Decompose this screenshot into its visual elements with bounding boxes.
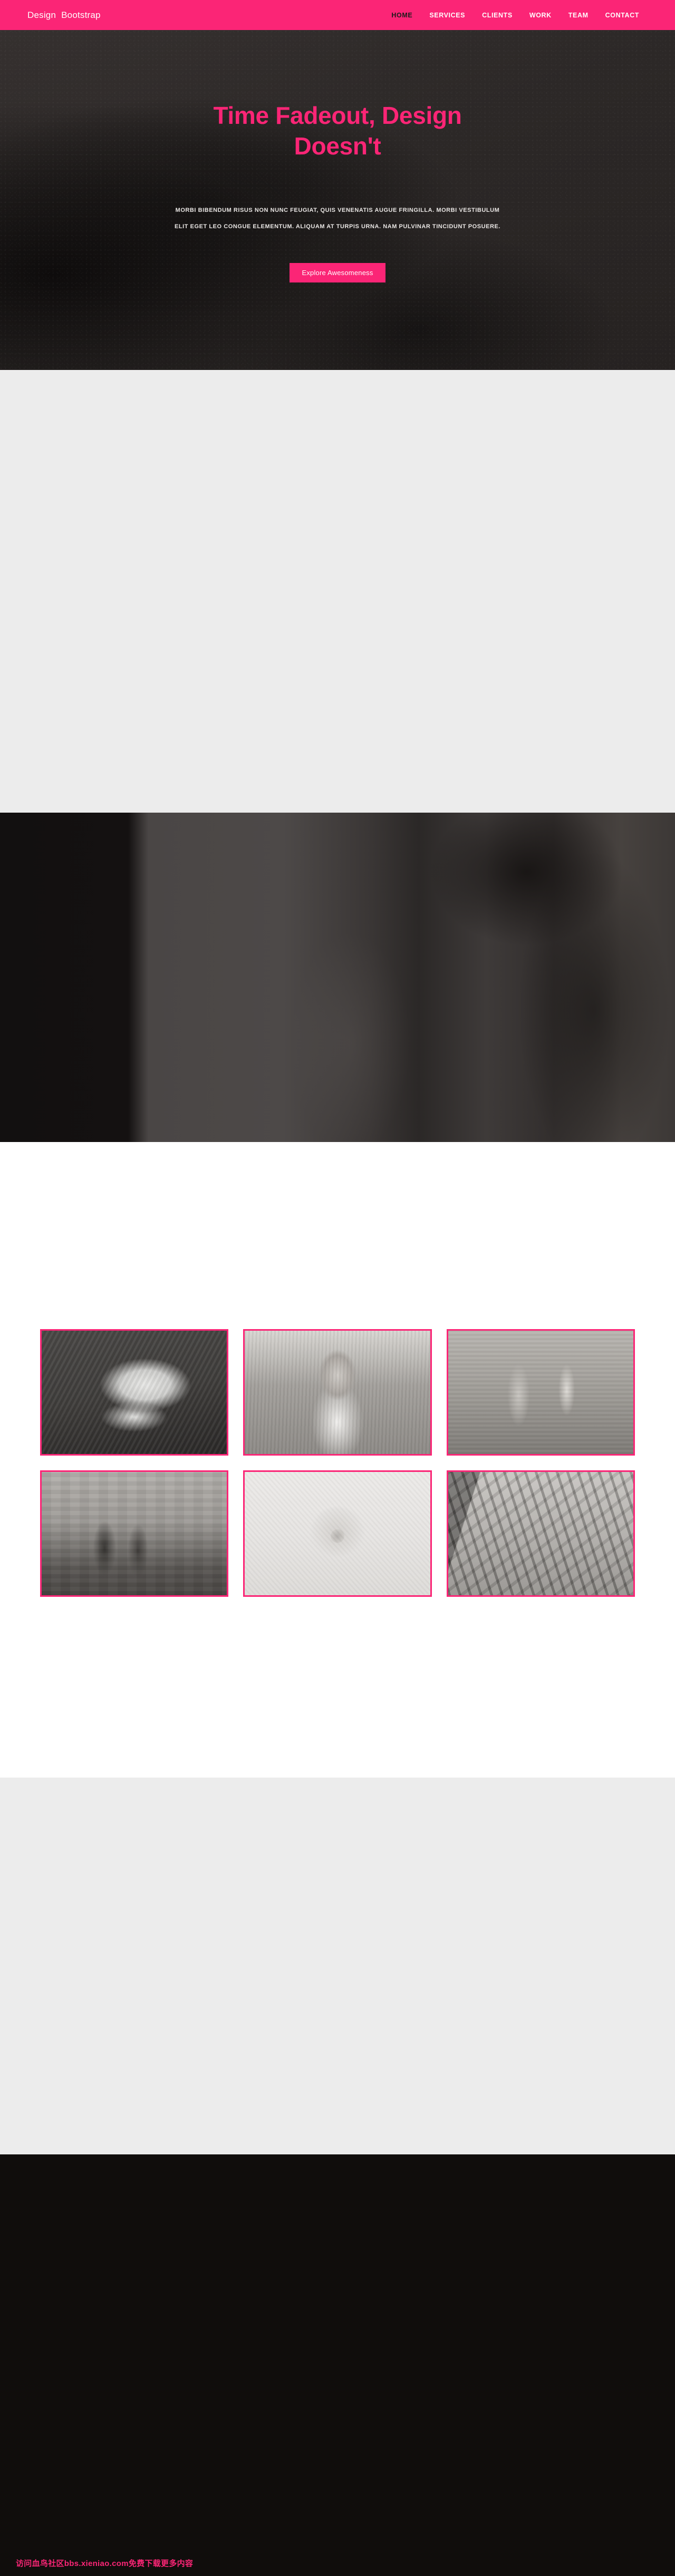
gallery-item-film-reel[interactable] bbox=[243, 1470, 432, 1597]
gallery-image-bridge bbox=[448, 1472, 633, 1595]
footer-watermark-note: 访问血鸟社区bbs.xieniao.com免费下载更多内容 bbox=[16, 2559, 194, 2568]
about-parallax-section bbox=[0, 813, 675, 1142]
nav-links: HOME SERVICES CLIENTS WORK TEAM CONTACT bbox=[383, 7, 648, 23]
top-navbar: Design Bootstrap HOME SERVICES CLIENTS W… bbox=[0, 0, 675, 30]
hero-title: Time Fadeout, Design Doesn't bbox=[213, 102, 462, 160]
brand-part-two: Bootstrap bbox=[61, 9, 101, 20]
gallery-image-portrait bbox=[245, 1331, 430, 1454]
hero-content: Time Fadeout, Design Doesn't MORBI BIBEN… bbox=[0, 30, 675, 282]
hero-section: Time Fadeout, Design Doesn't MORBI BIBEN… bbox=[0, 30, 675, 370]
gallery-item-portrait[interactable] bbox=[243, 1329, 432, 1456]
gallery-item-chess[interactable] bbox=[446, 1329, 635, 1456]
nav-item-clients[interactable]: CLIENTS bbox=[474, 7, 521, 23]
hero-subtitle: MORBI BIBENDUM RISUS NON NUNC FEUGIAT, Q… bbox=[174, 207, 501, 230]
nav-link-work[interactable]: WORK bbox=[521, 7, 560, 23]
brand-logo[interactable]: Design Bootstrap bbox=[27, 10, 101, 21]
nav-link-team[interactable]: TEAM bbox=[560, 7, 597, 23]
nav-item-work[interactable]: WORK bbox=[521, 7, 560, 23]
nav-link-services[interactable]: SERVICES bbox=[421, 7, 474, 23]
page-root: Design Bootstrap HOME SERVICES CLIENTS W… bbox=[0, 0, 675, 2576]
nav-link-clients[interactable]: CLIENTS bbox=[474, 7, 521, 23]
gallery-item-friends[interactable] bbox=[40, 1470, 229, 1597]
nav-item-services[interactable]: SERVICES bbox=[421, 7, 474, 23]
gallery-grid bbox=[40, 1142, 635, 1597]
explore-awesomeness-button[interactable]: Explore Awesomeness bbox=[290, 262, 385, 282]
nav-link-contact[interactable]: CONTACT bbox=[597, 7, 648, 23]
about-background-image bbox=[0, 813, 675, 1142]
gallery-image-film-reel bbox=[245, 1472, 430, 1595]
work-gallery-section bbox=[0, 1142, 675, 1778]
gallery-image-chess bbox=[448, 1331, 633, 1454]
gallery-image-sneaker bbox=[42, 1331, 227, 1454]
team-section bbox=[0, 1778, 675, 2154]
gallery-item-bridge[interactable] bbox=[446, 1470, 635, 1597]
contact-section bbox=[0, 2154, 675, 2481]
gallery-item-sneaker[interactable] bbox=[40, 1329, 229, 1456]
nav-item-team[interactable]: TEAM bbox=[560, 7, 597, 23]
gallery-image-friends bbox=[42, 1472, 227, 1595]
hero-button-wrapper: Explore Awesomeness bbox=[0, 262, 675, 282]
nav-item-home[interactable]: HOME bbox=[383, 7, 421, 23]
page-footer: 访问血鸟社区bbs.xieniao.com免费下载更多内容 bbox=[0, 2481, 675, 2576]
services-section bbox=[0, 370, 675, 813]
nav-item-contact[interactable]: CONTACT bbox=[597, 7, 648, 23]
nav-link-home[interactable]: HOME bbox=[383, 7, 421, 23]
brand-part-one: Design bbox=[27, 9, 56, 20]
